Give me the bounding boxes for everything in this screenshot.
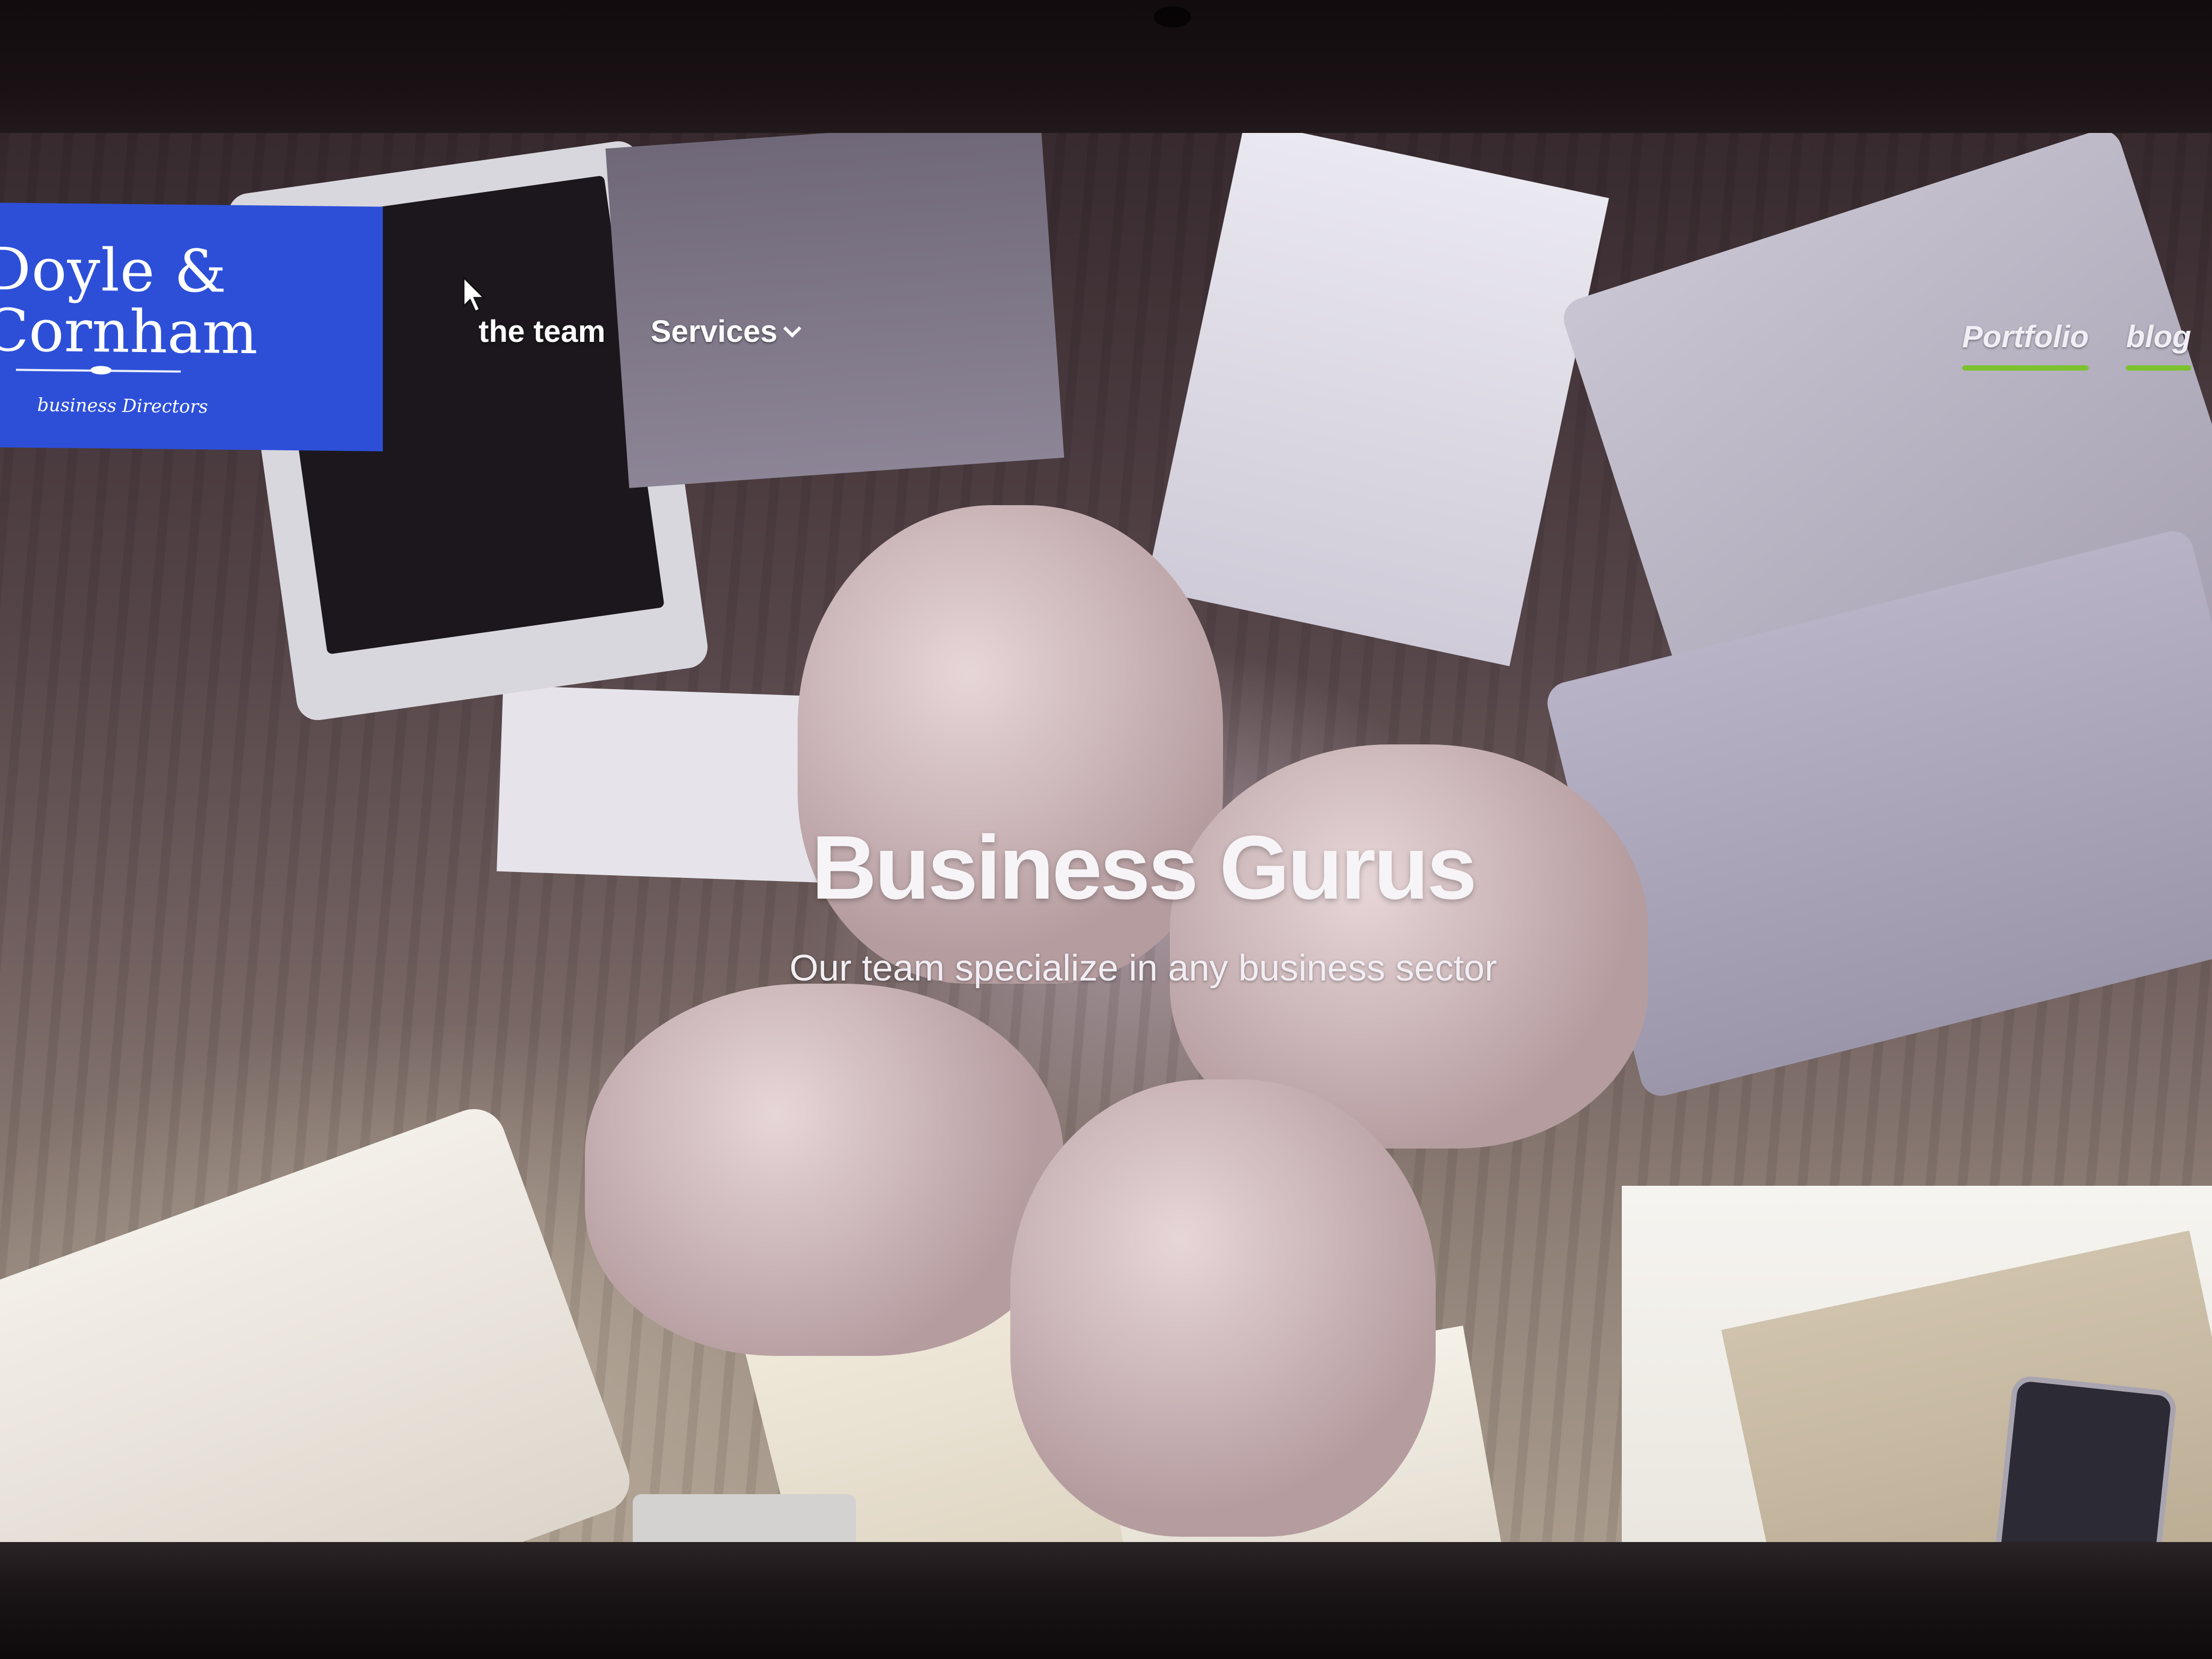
site-logo[interactable]: Doyle & Cornham business Directors: [0, 203, 383, 451]
nav-underline: [2126, 365, 2191, 371]
nav-link-portfolio[interactable]: Portfolio: [1962, 319, 2089, 371]
webcam: [1154, 6, 1191, 28]
photo-sleeve: [605, 133, 1065, 488]
nav-link-label: Portfolio: [1962, 320, 2089, 354]
hero-title: Business Gurus: [811, 817, 1477, 918]
logo-text-line2: Cornham: [0, 296, 258, 367]
nav-link-label: the team: [479, 314, 606, 349]
nav-link-services[interactable]: Services: [650, 314, 802, 349]
chevron-down-icon: [783, 319, 802, 338]
photo-calculator: [633, 1494, 856, 1547]
logo-tagline: business Directors: [37, 394, 208, 418]
hero-subtitle: Our team specialize in any business sect…: [789, 947, 1497, 988]
logo-text-line1: Doyle &: [0, 234, 227, 306]
logo-divider-ornament: [90, 366, 112, 375]
nav-link-the-team[interactable]: the team: [479, 314, 606, 349]
nav-link-blog[interactable]: blog: [2126, 319, 2191, 371]
monitor-bezel-bottom: [0, 1542, 2212, 1659]
nav-underline: [1962, 365, 2089, 371]
monitor-bezel-top: [0, 0, 2212, 138]
secondary-nav: Portfolio blog: [1962, 319, 2191, 371]
mouse-pointer-icon: [463, 276, 486, 313]
nav-link-label: blog: [2126, 320, 2191, 354]
photo-fist: [1010, 1079, 1436, 1537]
photo-phone: [1985, 1375, 2178, 1547]
main-nav: the team Services: [479, 314, 802, 349]
nav-link-label: Services: [650, 314, 778, 349]
photo-fist: [585, 984, 1063, 1356]
